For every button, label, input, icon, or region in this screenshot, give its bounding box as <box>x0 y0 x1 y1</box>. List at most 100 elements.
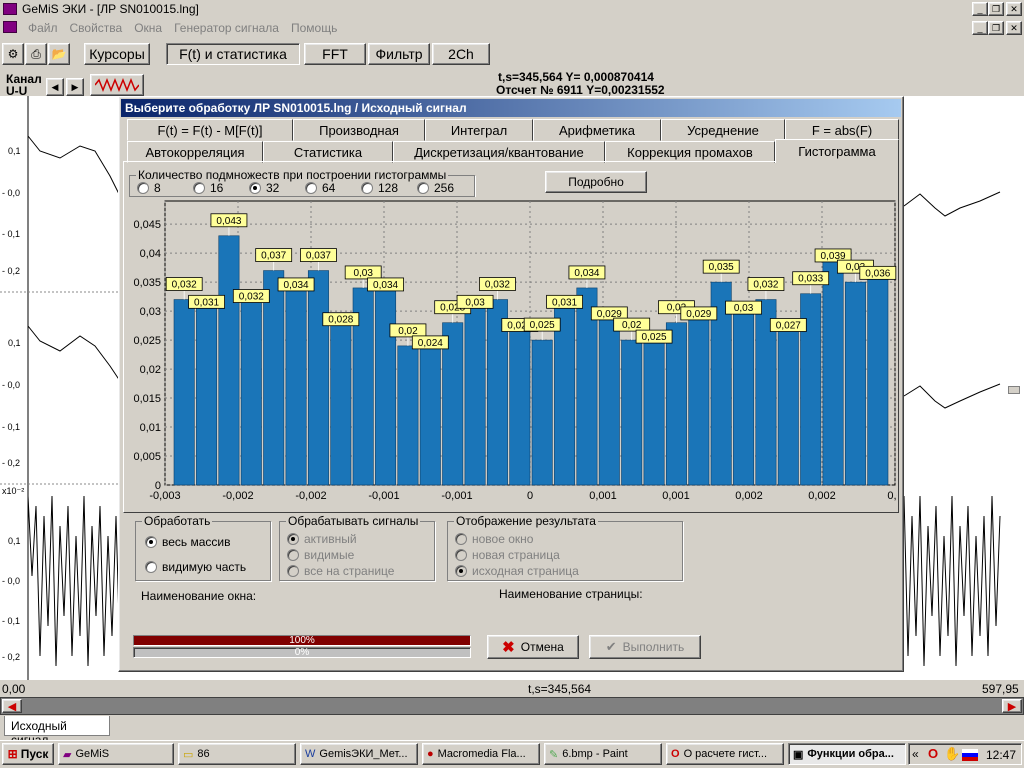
subsets-radio-32[interactable]: 32 <box>249 181 279 195</box>
task-functions-active[interactable]: ▣ Функции обра... <box>788 743 906 765</box>
display-radio-source-page[interactable]: исходная страница <box>455 564 579 578</box>
scroll-left-icon[interactable]: ◀ <box>2 699 22 713</box>
start-button[interactable]: ⊞ Пуск <box>2 743 54 765</box>
doc-close-button[interactable]: ✕ <box>1006 21 1022 35</box>
display-radio-new-window[interactable]: новое окно <box>455 532 533 546</box>
y-tick-label: 0,02 <box>140 364 161 376</box>
tray-expand-icon[interactable]: « <box>912 747 919 761</box>
y-tick-label: 0,01 <box>140 422 161 434</box>
display-radio-new-window-label: новое окно <box>472 532 534 546</box>
histogram-bar <box>665 322 687 486</box>
task-folder-86[interactable]: ▭ 86 <box>178 743 296 765</box>
fft-button[interactable]: FFT <box>304 43 366 65</box>
subsets-radio-8[interactable]: 8 <box>137 181 161 195</box>
task-flash[interactable]: ● Macromedia Fla... <box>422 743 540 765</box>
2ch-button[interactable]: 2Ch <box>432 43 490 65</box>
y-label-bottom-0: 0,1 <box>8 536 21 546</box>
cursors-button[interactable]: Курсоры <box>84 43 150 65</box>
tab-abs[interactable]: F = abs(F) <box>785 119 899 141</box>
tab-statistics[interactable]: Статистика <box>263 141 393 163</box>
tab-derivative[interactable]: Производная <box>293 119 425 141</box>
tray-hand-icon[interactable]: ✋ <box>944 746 960 762</box>
execute-button[interactable]: ✔ Выполнить <box>589 635 701 659</box>
y-label-top-3: - 0,2 <box>2 266 21 276</box>
signals-radio-all-on-page[interactable]: все на странице <box>287 564 394 578</box>
bar-label: 0,032 <box>239 292 264 303</box>
task-gemis[interactable]: ▰ GeMiS <box>58 743 174 765</box>
channel-next-button[interactable]: ▶ <box>66 78 84 96</box>
open-folder-icon[interactable]: 📂 <box>48 43 70 65</box>
bar-label: 0,03 <box>353 268 373 279</box>
progress-bar: 100% <box>133 635 471 646</box>
tab-histogram[interactable]: Гистограмма <box>775 139 899 163</box>
process-radio-whole-array[interactable]: весь массив <box>145 535 231 549</box>
x-tick-label: 0,0 <box>887 490 897 502</box>
display-radio-new-page-label: новая страница <box>472 548 560 562</box>
task-paint[interactable]: ✎ 6.bmp - Paint <box>544 743 662 765</box>
tab-integral[interactable]: Интеграл <box>425 119 533 141</box>
task-opera[interactable]: OО расчете гист... <box>666 743 784 765</box>
histogram-bar <box>598 316 620 486</box>
x-tick-label: -0,002 <box>295 490 326 502</box>
waveform-icon[interactable] <box>90 74 144 96</box>
y-label-bottom-2: - 0,1 <box>2 616 21 626</box>
tab-discretization[interactable]: Дискретизация/квантование <box>393 141 605 163</box>
subsets-group-label: Количество подмножеств при построении ги… <box>136 168 449 182</box>
tab-outlier-correction[interactable]: Коррекция промахов <box>605 141 775 163</box>
toolbar-tool-icon[interactable]: ⚙ <box>2 43 24 65</box>
dialog-title: Выберите обработку ЛР SN010015.lng / Исх… <box>121 99 901 117</box>
task-opera-label: О расчете гист... <box>683 748 768 760</box>
details-button[interactable]: Подробно <box>545 171 647 193</box>
doc-minimize-button[interactable]: _ <box>972 21 988 35</box>
subsets-radio-64[interactable]: 64 <box>305 181 335 195</box>
menu-file[interactable]: Файл <box>22 21 64 35</box>
page-tab-source-signal[interactable]: Исходный сигнал <box>4 716 110 747</box>
horizontal-scrollbar[interactable] <box>0 697 1024 715</box>
signals-radio-visible[interactable]: видимые <box>287 548 354 562</box>
doc-restore-button[interactable]: ❐ <box>988 21 1004 35</box>
opera-icon: O <box>671 748 680 760</box>
tab-arithmetic[interactable]: Арифметика <box>533 119 661 141</box>
y-label-exponent: x10⁻² <box>2 486 25 496</box>
process-radio-visible-part[interactable]: видимую часть <box>145 560 246 574</box>
channel-prev-button[interactable]: ◀ <box>46 78 64 96</box>
tab-averaging[interactable]: Усреднение <box>661 119 785 141</box>
menu-help[interactable]: Помощь <box>285 21 343 35</box>
histogram-bar <box>240 299 262 486</box>
filter-button[interactable]: Фильтр <box>368 43 430 65</box>
ft-statistics-button[interactable]: F(t) и статистика <box>166 43 300 65</box>
bar-label: 0,032 <box>485 280 510 291</box>
subsets-radio-16[interactable]: 16 <box>193 181 223 195</box>
x-tick-label: 0,002 <box>808 490 836 502</box>
y-label-mid-0: 0,1 <box>8 338 21 348</box>
y-tick-label: 0,045 <box>133 219 161 231</box>
close-button[interactable]: ✕ <box>1006 2 1022 16</box>
menu-windows[interactable]: Окна <box>128 21 168 35</box>
menu-bar: Файл Свойства Окна Генератор сигнала Пом… <box>0 18 1024 38</box>
signals-radio-active[interactable]: активный <box>287 532 357 546</box>
histogram-bar <box>218 235 240 486</box>
tray-opera-icon[interactable]: O <box>928 746 938 761</box>
scroll-right-icon[interactable]: ▶ <box>1002 699 1022 713</box>
tab-center-signal[interactable]: F(t) = F(t) - M[F(t)] <box>127 119 293 141</box>
histogram-svg: 0,0450,040,0350,030,0250,020,0150,010,00… <box>133 200 903 502</box>
window-name-label: Наименование окна: <box>141 589 257 603</box>
histogram-bar <box>307 270 329 486</box>
cancel-button[interactable]: ✖ Отмена <box>487 635 579 659</box>
x-tick-label: -0,001 <box>368 490 399 502</box>
task-word-doc[interactable]: W GemisЭКИ_Мет... <box>300 743 418 765</box>
display-radio-new-page[interactable]: новая страница <box>455 548 560 562</box>
tray-language-flag-icon[interactable] <box>962 749 978 761</box>
tab-autocorrelation[interactable]: Автокорреляция <box>127 141 263 163</box>
subsets-radio-128[interactable]: 128 <box>361 181 398 195</box>
minimize-button[interactable]: _ <box>972 2 988 16</box>
cancel-x-icon: ✖ <box>502 639 515 656</box>
menu-signal-generator[interactable]: Генератор сигнала <box>168 21 285 35</box>
menu-properties[interactable]: Свойства <box>64 21 129 35</box>
bar-label: 0,031 <box>194 297 219 308</box>
app-icon <box>3 3 17 15</box>
print-icon[interactable]: ⎙ <box>25 43 47 65</box>
subsets-radio-256[interactable]: 256 <box>417 181 454 195</box>
maximize-button[interactable]: ❐ <box>988 2 1004 16</box>
vertical-scroll-thumb[interactable] <box>1008 386 1020 394</box>
